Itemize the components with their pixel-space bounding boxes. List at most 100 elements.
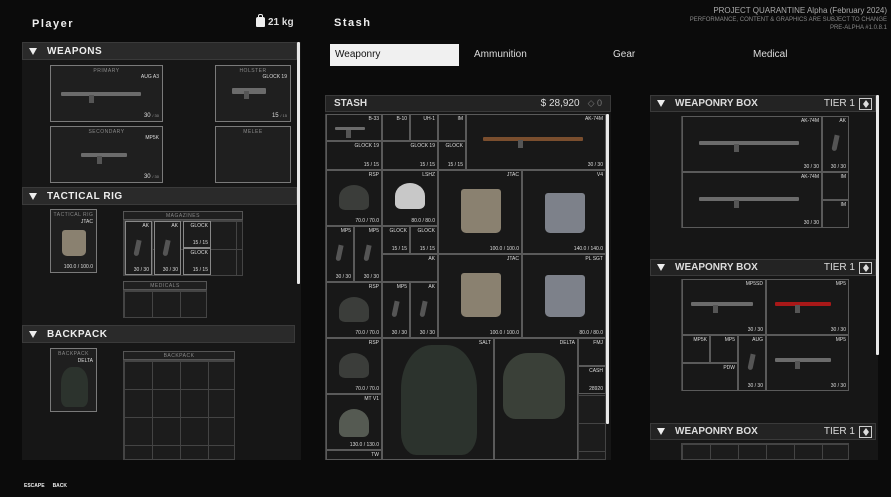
rifle-icon [61,92,141,103]
backpack-slot[interactable]: BACKPACK DELTA [50,348,97,412]
tab-ammunition[interactable]: Ammunition [469,44,579,66]
vest-icon [545,275,585,317]
tab-weaponry[interactable]: Weaponry [330,44,459,66]
backpack-icon [401,345,477,455]
box-item[interactable]: MP5K [682,335,710,363]
magazine-icon [747,353,756,371]
stash-item[interactable]: PL SGT 80.0 / 80.0 [522,254,606,338]
stash-item[interactable]: MP5 30 / 30 [354,226,382,282]
box-item[interactable]: AUG 30 / 30 [738,335,766,391]
stash-item[interactable]: RSP 70.0 / 70.0 [326,282,382,338]
stash-item[interactable]: JTAC 100.0 / 100.0 [438,254,522,338]
stash-item[interactable]: TW [326,450,382,460]
tactical-rig-title: TACTICAL RIG [47,190,123,202]
magazine-item[interactable]: AK 30 / 30 [125,221,152,275]
box-item[interactable]: MP5 [710,335,738,363]
collapse-triangle-icon [657,264,665,271]
stash-item[interactable]: GLOCK 15 / 15 [438,141,466,170]
weapon-icon [335,127,365,138]
stash-item[interactable]: AK [382,254,438,282]
collapse-triangle-icon [657,428,665,435]
box-item[interactable]: AK-74M 30 / 30 [682,172,822,228]
primary-ammo: 30 / 30 [143,113,159,119]
box-item[interactable]: IM [822,200,849,228]
stash-item[interactable]: JTAC 100.0 / 100.0 [438,170,522,254]
stash-item[interactable]: LSHZ 80.0 / 80.0 [382,170,438,226]
stash-item[interactable]: AK 30 / 30 [410,282,438,338]
magazine-item[interactable]: GLOCK 15 / 15 [183,221,211,248]
magazine-icon [831,134,840,152]
tab-medical[interactable]: Medical [748,44,828,66]
smg-icon [775,358,831,369]
stash-item[interactable]: MT V1 130.0 / 130.0 [326,394,382,450]
stash-scrollbar[interactable] [606,114,609,424]
box-title: WEAPONRY BOX [675,426,758,437]
back-button[interactable]: BACK [51,482,69,490]
stash-item[interactable]: V4 140.0 / 140.0 [522,170,606,254]
rifle-icon [699,197,799,208]
holster-slot[interactable]: HOLSTER GLOCK 19 15 / 15 [215,65,291,122]
collapse-triangle-icon [29,192,37,200]
helmet-icon [339,297,369,322]
stash-item[interactable]: GLOCK 19 15 / 15 [382,141,438,170]
stash-item[interactable]: B-33 [326,114,382,141]
stash-header-title: STASH [334,98,368,109]
weaponry-box-header[interactable]: WEAPONRY BOX TIER 1 [650,423,876,440]
backpack-title: BACKPACK [47,328,108,340]
stash-item[interactable]: AK-74M 30 / 30 [466,114,606,170]
primary-slot[interactable]: PRIMARY AUG A3 30 / 30 [50,65,163,122]
box-title: WEAPONRY BOX [675,98,758,109]
magazine-item[interactable]: GLOCK 15 / 15 [183,248,211,275]
sort-icon[interactable] [859,425,872,438]
box-item[interactable]: AK 30 / 30 [822,116,849,172]
sort-icon[interactable] [859,97,872,110]
stash-item[interactable]: GLOCK 15 / 15 [382,226,410,254]
box-grid [681,443,849,460]
tab-gear[interactable]: Gear [608,44,688,66]
magazine-item[interactable]: AK 30 / 30 [154,221,181,275]
stash-item[interactable]: CASH 28920 [578,366,606,394]
stash-item[interactable]: RSP 70.0 / 70.0 [326,170,382,226]
tactical-rig-slot[interactable]: TACTICAL RIG JTAC 100.0 / 100.0 [50,209,97,273]
vest-icon [62,230,86,256]
backpack-label: BACKPACK [58,351,89,357]
weapons-title: WEAPONS [47,45,103,57]
box-item[interactable]: PDW [682,363,738,391]
escape-key[interactable]: ESCAPE [22,482,47,490]
boxes-scrollbar[interactable] [876,95,879,355]
box-item[interactable]: MP5SD 30 / 30 [682,279,766,335]
player-scrollbar[interactable] [297,42,300,284]
tactical-rig-label: TACTICAL RIG [53,212,94,218]
stash-item[interactable]: RSP 70.0 / 70.0 [326,338,382,394]
helmet-icon [339,185,369,210]
sort-icon[interactable] [859,261,872,274]
weapons-header[interactable]: WEAPONS [22,42,297,60]
magazine-icon [363,244,372,262]
backpack-grid-label: BACKPACK [123,351,235,360]
stash-item[interactable]: MP5 30 / 30 [326,226,354,282]
weaponry-box-header[interactable]: WEAPONRY BOX TIER 1 [650,259,876,276]
backpack-header[interactable]: BACKPACK [22,325,295,343]
stash-item[interactable]: GLOCK 19 15 / 15 [326,141,382,170]
box-item[interactable]: MP5 30 / 30 [766,335,849,391]
box-item[interactable]: MP5 30 / 30 [766,279,849,335]
stash-item[interactable]: MP5 30 / 30 [382,282,410,338]
stash-item[interactable]: SALT [382,338,494,460]
holster-ammo: 15 / 15 [271,113,287,119]
melee-slot[interactable]: MELEE [215,126,291,183]
weaponry-box-header[interactable]: WEAPONRY BOX TIER 1 [650,95,876,112]
stash-item[interactable]: GLOCK 15 / 15 [410,226,438,254]
stash-item[interactable]: IM [438,114,466,141]
secondary-slot[interactable]: SECONDARY MP5K 30 / 30 [50,126,163,183]
melee-label: MELEE [243,129,263,135]
stash-item[interactable]: UH-1 [410,114,438,141]
box-item[interactable]: AK-74M 30 / 30 [682,116,822,172]
stash-item[interactable]: FMJ [578,338,606,366]
tactical-rig-header[interactable]: TACTICAL RIG [22,187,297,205]
stash-item[interactable]: B-10 [382,114,410,141]
stash-item[interactable]: DELTA [494,338,578,460]
box-item[interactable]: IM [822,172,849,200]
footer-hints: ESCAPE BACK [22,482,69,490]
medicals-label: MEDICALS [123,281,207,290]
box-tier: TIER 1 [823,98,855,109]
